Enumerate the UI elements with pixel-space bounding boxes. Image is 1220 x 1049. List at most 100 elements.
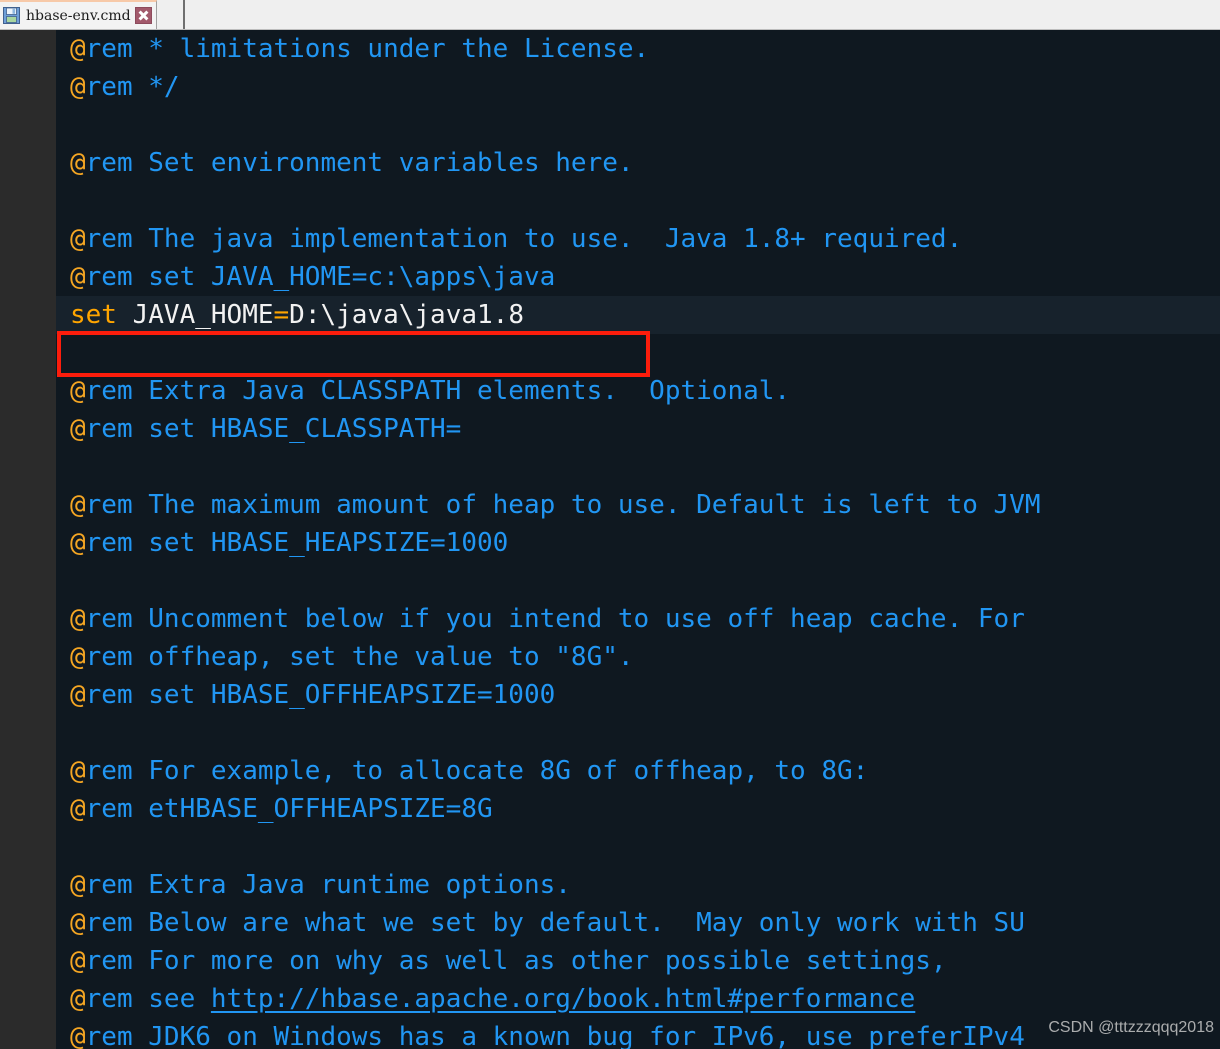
code-token: @ <box>70 490 86 520</box>
code-token: @ <box>70 946 86 976</box>
code-token: rem see <box>86 984 211 1014</box>
code-line[interactable]: 28@rem The maximum amount of heap to use… <box>0 486 1220 524</box>
code-line[interactable]: 31@rem Uncomment below if you intend to … <box>0 600 1220 638</box>
code-line[interactable]: 29@rem set HBASE_HEAPSIZE=1000 <box>0 524 1220 562</box>
code-token: @ <box>70 376 86 406</box>
code-line[interactable]: 36@rem etHBASE_OFFHEAPSIZE=8G <box>0 790 1220 828</box>
code-token: @ <box>70 984 86 1014</box>
code-line[interactable]: 37 <box>0 828 1220 866</box>
code-line-text: @rem Uncomment below if you intend to us… <box>70 600 1025 638</box>
code-token: rem set JAVA_HOME=c:\apps\java <box>86 262 556 292</box>
code-line-text: @rem For example, to allocate 8G of offh… <box>70 752 868 790</box>
code-line[interactable]: 41@rem see http://hbase.apache.org/book.… <box>0 980 1220 1018</box>
code-line-text: @rem set HBASE_OFFHEAPSIZE=1000 <box>70 676 555 714</box>
tab-title: hbase-env.cmd <box>26 8 131 24</box>
code-line-text: @rem set HBASE_HEAPSIZE=1000 <box>70 524 508 562</box>
code-token: set <box>70 300 133 330</box>
code-token: @ <box>70 794 86 824</box>
code-token: @ <box>70 34 86 64</box>
code-token: rem Set environment variables here. <box>86 148 634 178</box>
code-content[interactable]: 16@rem * limitations under the License.1… <box>0 30 1220 1049</box>
tab-bar-divider <box>183 0 185 29</box>
code-line[interactable]: 17@rem */ <box>0 68 1220 106</box>
code-token: rem Extra Java CLASSPATH elements. Optio… <box>86 376 790 406</box>
code-token: rem JDK6 on Windows has a known bug for … <box>86 1022 1025 1049</box>
code-url-link[interactable]: http://hbase.apache.org/book.html#perfor… <box>211 984 915 1014</box>
code-line[interactable]: 20 <box>0 182 1220 220</box>
code-token: rem For example, to allocate 8G of offhe… <box>86 756 869 786</box>
code-token: @ <box>70 756 86 786</box>
code-line[interactable]: 16@rem * limitations under the License. <box>0 30 1220 68</box>
close-x-icon[interactable] <box>135 7 152 24</box>
code-line[interactable]: 22@rem set JAVA_HOME=c:\apps\java <box>0 258 1220 296</box>
code-token: rem set HBASE_CLASSPATH= <box>86 414 462 444</box>
code-token: @ <box>70 680 86 710</box>
code-line-text: @rem Below are what we set by default. M… <box>70 904 1025 942</box>
code-token: rem offheap, set the value to "8G". <box>86 642 634 672</box>
code-line-text: @rem set HBASE_CLASSPATH= <box>70 410 461 448</box>
code-token: @ <box>70 1022 86 1049</box>
code-line[interactable]: 39@rem Below are what we set by default.… <box>0 904 1220 942</box>
code-token: @ <box>70 72 86 102</box>
code-line-text: @rem etHBASE_OFFHEAPSIZE=8G <box>70 790 493 828</box>
code-token: @ <box>70 870 86 900</box>
code-line[interactable]: 19@rem Set environment variables here. <box>0 144 1220 182</box>
code-line[interactable]: 38@rem Extra Java runtime options. <box>0 866 1220 904</box>
code-token: JAVA_HOME <box>133 300 274 330</box>
code-line[interactable]: 40@rem For more on why as well as other … <box>0 942 1220 980</box>
code-line-text: @rem The java implementation to use. Jav… <box>70 220 962 258</box>
code-line[interactable]: 34 <box>0 714 1220 752</box>
code-line[interactable]: 24 <box>0 334 1220 372</box>
code-line-text: @rem see http://hbase.apache.org/book.ht… <box>70 980 915 1018</box>
code-token: rem set HBASE_HEAPSIZE=1000 <box>86 528 509 558</box>
code-token: rem etHBASE_OFFHEAPSIZE=8G <box>86 794 493 824</box>
code-line-text: @rem * limitations under the License. <box>70 30 649 68</box>
code-line[interactable]: 25@rem Extra Java CLASSPATH elements. Op… <box>0 372 1220 410</box>
tab-hbase-env-cmd[interactable]: hbase-env.cmd <box>0 0 157 29</box>
code-line[interactable]: 18 <box>0 106 1220 144</box>
floppy-save-icon <box>3 7 20 24</box>
code-line-text: set JAVA_HOME=D:\java\java1.8 <box>70 296 524 334</box>
code-line[interactable]: 30 <box>0 562 1220 600</box>
code-editor[interactable]: 16@rem * limitations under the License.1… <box>0 30 1220 1049</box>
code-token: @ <box>70 414 86 444</box>
code-line-text: @rem JDK6 on Windows has a known bug for… <box>70 1018 1025 1049</box>
code-token: rem * limitations under the License. <box>86 34 650 64</box>
code-token: rem The java implementation to use. Java… <box>86 224 963 254</box>
code-token: rem Uncomment below if you intend to use… <box>86 604 1025 634</box>
code-line-text: @rem Extra Java CLASSPATH elements. Opti… <box>70 372 790 410</box>
code-line[interactable]: 33@rem set HBASE_OFFHEAPSIZE=1000 <box>0 676 1220 714</box>
editor-tab-bar: hbase-env.cmd <box>0 0 1220 30</box>
code-line-text: @rem */ <box>70 68 180 106</box>
code-line[interactable]: 32@rem offheap, set the value to "8G". <box>0 638 1220 676</box>
code-token: @ <box>70 642 86 672</box>
code-token: D:\java\java1.8 <box>289 300 524 330</box>
code-token: @ <box>70 262 86 292</box>
code-token: rem set HBASE_OFFHEAPSIZE=1000 <box>86 680 556 710</box>
code-token: @ <box>70 148 86 178</box>
code-line-text: @rem Set environment variables here. <box>70 144 634 182</box>
code-line-text: @rem For more on why as well as other po… <box>70 942 947 980</box>
code-token: rem The maximum amount of heap to use. D… <box>86 490 1041 520</box>
code-token: rem */ <box>86 72 180 102</box>
code-line-text: @rem The maximum amount of heap to use. … <box>70 486 1041 524</box>
code-line-text: @rem Extra Java runtime options. <box>70 866 571 904</box>
csdn-watermark: CSDN @tttzzzqqq2018 <box>1048 1019 1214 1037</box>
code-line[interactable]: 26@rem set HBASE_CLASSPATH= <box>0 410 1220 448</box>
code-line[interactable]: 42@rem JDK6 on Windows has a known bug f… <box>0 1018 1220 1049</box>
code-token: @ <box>70 908 86 938</box>
code-token: rem Extra Java runtime options. <box>86 870 571 900</box>
code-line[interactable]: 21@rem The java implementation to use. J… <box>0 220 1220 258</box>
code-line[interactable]: 35@rem For example, to allocate 8G of of… <box>0 752 1220 790</box>
code-line-text: @rem set JAVA_HOME=c:\apps\java <box>70 258 555 296</box>
line-number-gutter <box>0 30 56 1049</box>
code-line[interactable]: 27 <box>0 448 1220 486</box>
code-token: rem For more on why as well as other pos… <box>86 946 947 976</box>
code-line-text: @rem offheap, set the value to "8G". <box>70 638 634 676</box>
code-token: @ <box>70 604 86 634</box>
code-token: @ <box>70 528 86 558</box>
code-token: rem Below are what we set by default. Ma… <box>86 908 1025 938</box>
code-token: @ <box>70 224 86 254</box>
code-line[interactable]: 23set JAVA_HOME=D:\java\java1.8 <box>0 296 1220 334</box>
code-token: = <box>274 300 290 330</box>
